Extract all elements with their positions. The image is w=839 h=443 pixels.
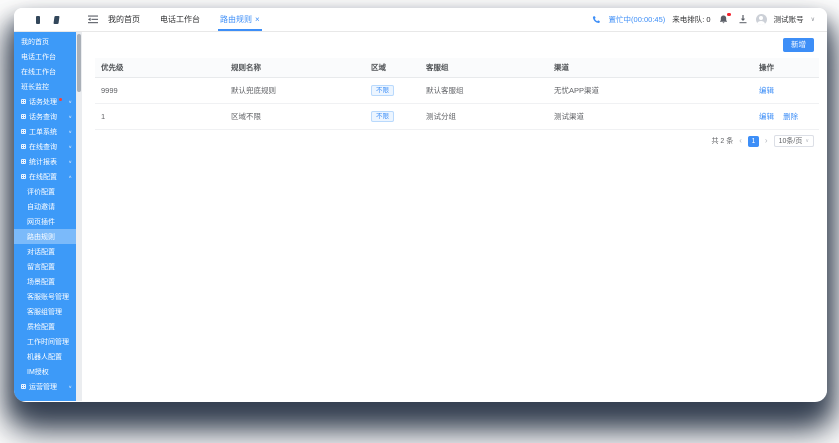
collapse-sidebar-icon[interactable] (82, 8, 104, 31)
sidebar-item-online-workbench[interactable]: 在线工作台 (14, 64, 76, 79)
sidebar-item-routing-rules[interactable]: 路由规则 (14, 229, 76, 244)
sidebar-group-online-config[interactable]: 在线配置 ∧ (14, 169, 76, 184)
table-header-row: 优先级 规则名称 区域 客服组 渠道 操作 (95, 58, 819, 78)
sidebar-item-web-plugin[interactable]: 网页插件 (14, 214, 76, 229)
pagination: 共 2 条 ‹ 1 › 10条/页 ∨ (95, 135, 814, 148)
table-row: 9999 默认兜底规则 不限 默认客服组 无忧APP渠道 编辑 (95, 77, 819, 105)
sidebar-item-robot-config[interactable]: 机器人配置 (14, 349, 76, 364)
logo-icon (36, 15, 40, 24)
col-priority: 优先级 (95, 58, 225, 78)
menu-grid-icon (21, 129, 26, 134)
sidebar-item-im-auth[interactable]: IM授权 (14, 364, 76, 379)
logo-area (14, 8, 82, 31)
unread-dot (59, 98, 62, 101)
tab-close-icon[interactable]: × (255, 15, 260, 24)
edit-link[interactable]: 编辑 (759, 86, 774, 95)
tab-home[interactable]: 我的首页 (108, 8, 140, 31)
add-rule-button[interactable]: 新增 (783, 38, 814, 52)
download-icon[interactable] (737, 14, 749, 26)
select-caret-icon: ∨ (805, 138, 809, 145)
sidebar-item-phone-workbench[interactable]: 电话工作台 (14, 49, 76, 64)
menu-grid-icon (21, 99, 26, 104)
sidebar-group-reports[interactable]: 统计报表 ∨ (14, 154, 76, 169)
cell-priority: 1 (95, 103, 225, 131)
sidebar-group-call-handling[interactable]: 话务处理 ∨ (14, 94, 76, 109)
menu-grid-icon (21, 144, 26, 149)
chevron-up-icon: ∧ (68, 174, 72, 179)
sidebar-item-qc-config[interactable]: 质检配置 (14, 319, 76, 334)
sidebar-nav: 我的首页 电话工作台 在线工作台 班长监控 话务处理 ∨ 话务查询 ∨ 工单系统… (14, 32, 76, 401)
chevron-down-icon: ∨ (68, 159, 72, 164)
sidebar-group-call-query[interactable]: 话务查询 ∨ (14, 109, 76, 124)
cell-channel: 测试渠道 (548, 103, 753, 131)
tab-routing-rules[interactable]: 路由规则 × (218, 8, 262, 31)
sidebar-item-scene-config[interactable]: 场景配置 (14, 274, 76, 289)
chevron-down-icon: ∨ (68, 129, 72, 134)
prev-page-icon[interactable]: ‹ (739, 137, 742, 145)
sidebar-item-monitor[interactable]: 班长监控 (14, 79, 76, 94)
account-menu-caret-icon[interactable]: ∨ (811, 16, 815, 23)
page-number-button[interactable]: 1 (747, 135, 759, 147)
sidebar-group-ticket-system[interactable]: 工单系统 ∨ (14, 124, 76, 139)
tab-bar: 我的首页 电话工作台 路由规则 × (108, 8, 262, 31)
app-window: 我的首页 电话工作台 路由规则 × 置忙中(00:00:45) 来电排队: 0 (14, 8, 827, 402)
chevron-down-icon: ∨ (68, 99, 72, 104)
account-name[interactable]: 测试账号 (774, 14, 804, 25)
delete-link[interactable]: 删除 (783, 112, 798, 121)
sidebar-item-agent-account-mgmt[interactable]: 客服账号管理 (14, 289, 76, 304)
sidebar-group-operation-mgmt[interactable]: 运营管理 ∨ (14, 379, 76, 394)
cell-agent-group: 测试分组 (420, 103, 548, 131)
region-tag: 不限 (371, 111, 394, 123)
menu-grid-icon (21, 174, 26, 179)
sidebar-scrollbar[interactable] (76, 32, 82, 401)
table-row: 1 区域不限 不限 测试分组 测试渠道 编辑 删除 (95, 103, 819, 131)
chevron-down-icon: ∨ (68, 384, 72, 389)
menu-grid-icon (21, 384, 26, 389)
sidebar-item-home[interactable]: 我的首页 (14, 34, 76, 49)
topbar: 我的首页 电话工作台 路由规则 × 置忙中(00:00:45) 来电排队: 0 (14, 8, 827, 32)
col-channel: 渠道 (548, 58, 753, 78)
sidebar-group-online-query[interactable]: 在线查询 ∨ (14, 139, 76, 154)
agent-status[interactable]: 置忙中(00:00:45) (609, 14, 666, 25)
page-size-select[interactable]: 10条/页 ∨ (773, 135, 814, 148)
logo-icon (53, 15, 60, 24)
notification-bell-icon[interactable] (718, 12, 731, 26)
tab-phone-workbench[interactable]: 电话工作台 (160, 8, 200, 31)
menu-grid-icon (21, 159, 26, 164)
cell-agent-group: 默认客服组 (420, 77, 548, 105)
edit-link[interactable]: 编辑 (759, 112, 774, 121)
sidebar-item-chat-config[interactable]: 对话配置 (14, 244, 76, 259)
cell-rule-name: 区域不限 (225, 103, 365, 131)
sidebar-item-eval-config[interactable]: 评价配置 (14, 184, 76, 199)
sidebar-item-auto-invite[interactable]: 自动邀请 (14, 199, 76, 214)
main-content: 新增 优先级 规则名称 区域 客服组 渠道 操作 9999 默认兜底规则 不限 … (82, 32, 827, 401)
sidebar-scrollbar-thumb[interactable] (77, 34, 81, 92)
region-tag: 不限 (371, 85, 394, 97)
col-region: 区域 (365, 58, 420, 78)
col-rule-name: 规则名称 (225, 58, 365, 78)
sidebar: 我的首页 电话工作台 在线工作台 班长监控 话务处理 ∨ 话务查询 ∨ 工单系统… (14, 32, 82, 401)
cell-channel: 无忧APP渠道 (548, 77, 753, 105)
chevron-down-icon: ∨ (68, 144, 72, 149)
col-actions: 操作 (753, 58, 819, 78)
sidebar-item-agent-group-mgmt[interactable]: 客服组管理 (14, 304, 76, 319)
notification-badge (727, 12, 731, 16)
col-agent-group: 客服组 (420, 58, 548, 78)
menu-grid-icon (21, 114, 26, 119)
pagination-total: 共 2 条 (711, 138, 734, 146)
avatar[interactable] (755, 14, 767, 25)
cell-rule-name: 默认兜底规则 (225, 77, 365, 105)
phone-icon (590, 14, 602, 26)
sidebar-item-message-config[interactable]: 留言配置 (14, 259, 76, 274)
next-page-icon[interactable]: › (765, 137, 768, 145)
routing-rules-table: 优先级 规则名称 区域 客服组 渠道 操作 9999 默认兜底规则 不限 默认客… (95, 58, 819, 131)
sidebar-item-work-time-mgmt[interactable]: 工作时间管理 (14, 334, 76, 349)
cell-priority: 9999 (95, 77, 225, 105)
topbar-status-cluster: 置忙中(00:00:45) 来电排队: 0 测试账号 ∨ (590, 8, 827, 31)
chevron-down-icon: ∨ (68, 114, 72, 119)
desktop-background: 我的首页 电话工作台 路由规则 × 置忙中(00:00:45) 来电排队: 0 (0, 0, 839, 443)
queue-count: 来电排队: 0 (672, 15, 711, 24)
